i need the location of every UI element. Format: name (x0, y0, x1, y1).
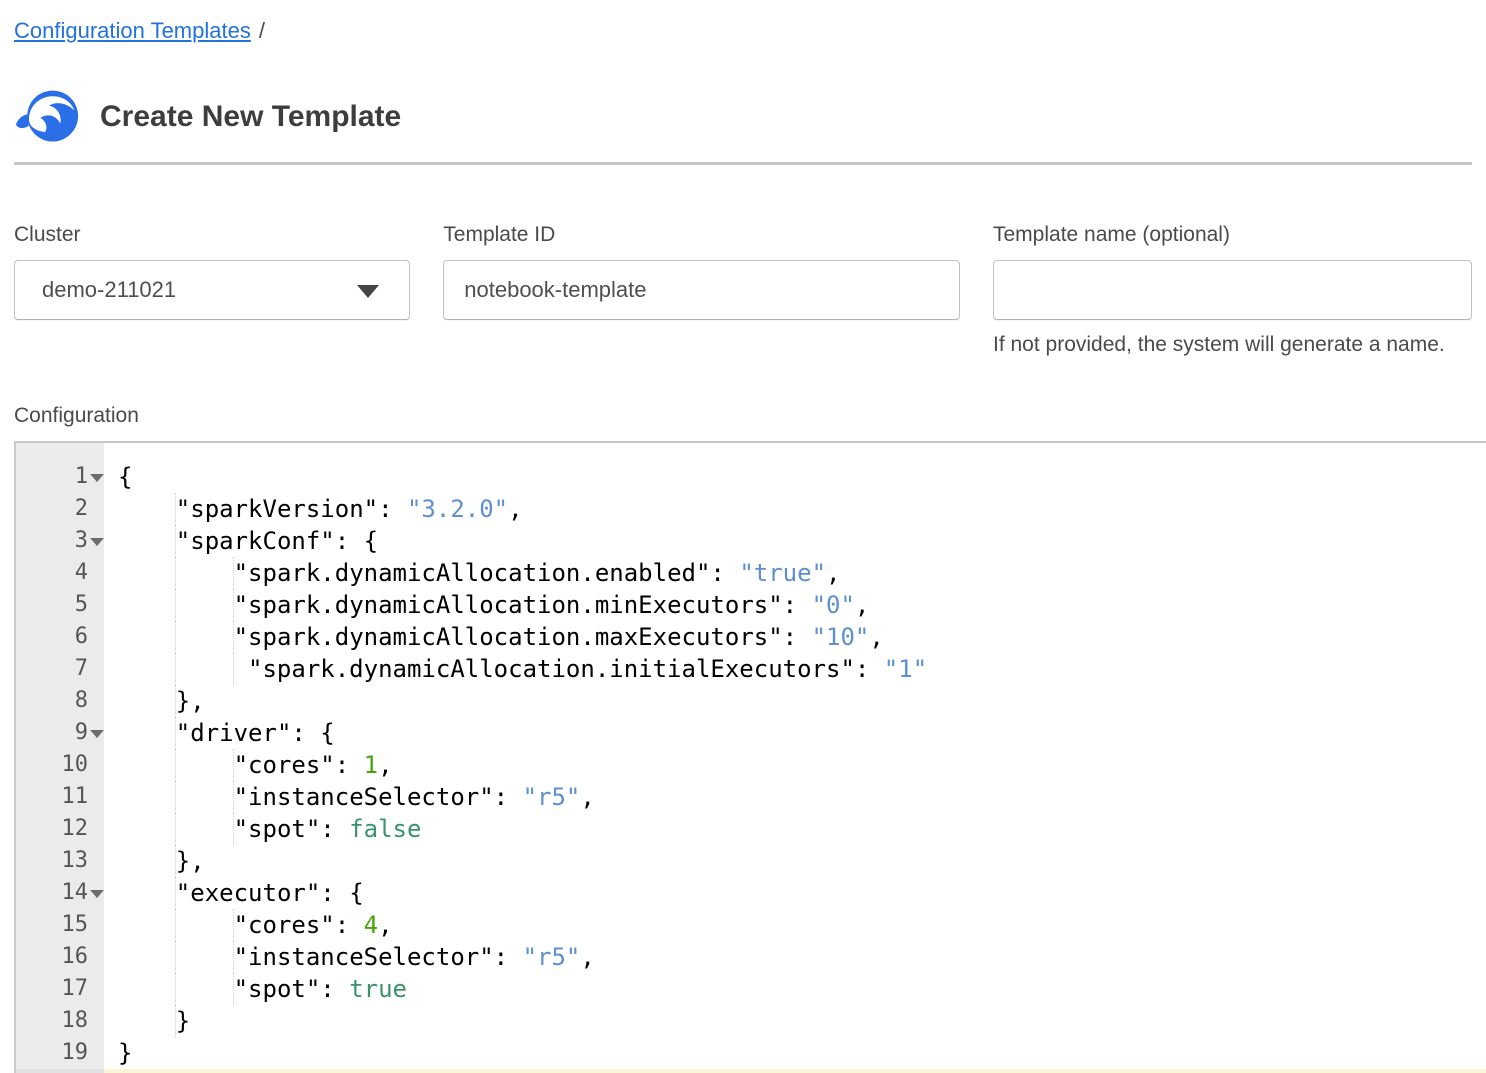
gutter-line-number: 16 (16, 941, 104, 973)
gutter-line-number: 20 (16, 1069, 104, 1073)
gutter-line-number: 6 (16, 621, 104, 653)
indent-guide (118, 845, 176, 877)
indent-guide (118, 813, 176, 845)
indent-guide (118, 781, 176, 813)
code-line[interactable]: "instanceSelector": "r5", (104, 941, 1486, 973)
breadcrumb: Configuration Templates / (14, 18, 1472, 44)
fold-arrow-icon[interactable] (90, 730, 104, 738)
indent-guide (176, 621, 234, 653)
indent-guide (118, 909, 176, 941)
code-line[interactable]: "spark.dynamicAllocation.enabled": "true… (104, 557, 1486, 589)
code-line[interactable]: "spark.dynamicAllocation.maxExecutors": … (104, 621, 1486, 653)
page-header: Create New Template (14, 88, 1472, 146)
ocean-logo-icon (14, 88, 80, 146)
indent-guide (118, 653, 176, 685)
page-title: Create New Template (100, 100, 401, 134)
configuration-label: Configuration (14, 404, 1472, 428)
editor-gutter: 1234567891011121314151617181920 (16, 443, 104, 1073)
gutter-line-number: 2 (16, 493, 104, 525)
template-id-label: Template ID (443, 223, 960, 247)
indent-guide (118, 749, 176, 781)
code-line[interactable]: "sparkConf": { (104, 525, 1486, 557)
gutter-line-number: 5 (16, 589, 104, 621)
indent-guide (176, 749, 234, 781)
code-line[interactable]: "spark.dynamicAllocation.initialExecutor… (104, 653, 1486, 685)
gutter-line-number: 8 (16, 685, 104, 717)
template-id-field: Template ID (443, 223, 960, 357)
code-line[interactable]: } (104, 1005, 1486, 1037)
code-line[interactable]: "driver": { (104, 717, 1486, 749)
code-line[interactable]: }, (104, 685, 1486, 717)
indent-guide (118, 621, 176, 653)
code-line-active[interactable] (104, 1069, 1486, 1073)
cluster-label: Cluster (14, 223, 410, 247)
cluster-selected-value: demo-211021 (42, 277, 176, 303)
gutter-line-number: 17 (16, 973, 104, 1005)
template-name-label: Template name (optional) (993, 223, 1472, 247)
gutter-line-number: 18 (16, 1005, 104, 1037)
fold-arrow-icon[interactable] (90, 890, 104, 898)
code-line[interactable]: }, (104, 845, 1486, 877)
indent-guide (176, 589, 234, 621)
gutter-line-number: 15 (16, 909, 104, 941)
indent-guide (118, 493, 176, 525)
template-form: Cluster demo-211021 Template ID Template… (14, 223, 1472, 357)
code-line[interactable]: "spot": false (104, 813, 1486, 845)
code-line[interactable]: "executor": { (104, 877, 1486, 909)
indent-guide (176, 909, 234, 941)
gutter-line-number: 3 (16, 525, 104, 557)
indent-guide (176, 653, 234, 685)
template-name-helper: If not provided, the system will generat… (993, 333, 1472, 357)
code-line[interactable]: "cores": 4, (104, 909, 1486, 941)
indent-guide (118, 589, 176, 621)
config-editor[interactable]: 1234567891011121314151617181920 {"sparkV… (14, 441, 1486, 1073)
fold-arrow-icon[interactable] (90, 538, 104, 546)
code-line[interactable]: "sparkVersion": "3.2.0", (104, 493, 1486, 525)
gutter-line-number: 9 (16, 717, 104, 749)
code-line[interactable]: { (104, 461, 1486, 493)
fold-arrow-icon[interactable] (90, 474, 104, 482)
gutter-line-number: 10 (16, 749, 104, 781)
indent-guide (176, 813, 234, 845)
indent-guide (118, 877, 176, 909)
code-line[interactable]: "spot": true (104, 973, 1486, 1005)
gutter-line-number: 4 (16, 557, 104, 589)
indent-guide (118, 525, 176, 557)
cluster-field: Cluster demo-211021 (14, 223, 410, 357)
indent-guide (118, 1005, 176, 1037)
breadcrumb-link[interactable]: Configuration Templates (14, 18, 251, 43)
gutter-line-number: 13 (16, 845, 104, 877)
template-name-field: Template name (optional) If not provided… (993, 223, 1472, 357)
indent-guide (118, 941, 176, 973)
chevron-down-icon (357, 285, 379, 298)
gutter-line-number: 11 (16, 781, 104, 813)
code-line[interactable]: "instanceSelector": "r5", (104, 781, 1486, 813)
indent-guide (176, 557, 234, 589)
indent-guide (118, 685, 176, 717)
indent-guide (176, 941, 234, 973)
gutter-line-number: 12 (16, 813, 104, 845)
gutter-line-number: 19 (16, 1037, 104, 1069)
code-line[interactable]: "cores": 1, (104, 749, 1486, 781)
gutter-line-number: 14 (16, 877, 104, 909)
gutter-line-number: 1 (16, 461, 104, 493)
cluster-select[interactable]: demo-211021 (14, 260, 410, 320)
code-line[interactable]: } (104, 1037, 1486, 1069)
code-line[interactable]: "spark.dynamicAllocation.minExecutors": … (104, 589, 1486, 621)
indent-guide (118, 717, 176, 749)
template-name-input[interactable] (993, 260, 1472, 320)
header-divider (14, 162, 1472, 165)
template-id-input[interactable] (443, 260, 960, 320)
editor-code[interactable]: {"sparkVersion": "3.2.0","sparkConf": {"… (104, 443, 1486, 1073)
gutter-line-number: 7 (16, 653, 104, 685)
indent-guide (118, 973, 176, 1005)
indent-guide (176, 973, 234, 1005)
indent-guide (176, 781, 234, 813)
breadcrumb-separator: / (259, 18, 265, 43)
indent-guide (118, 557, 176, 589)
